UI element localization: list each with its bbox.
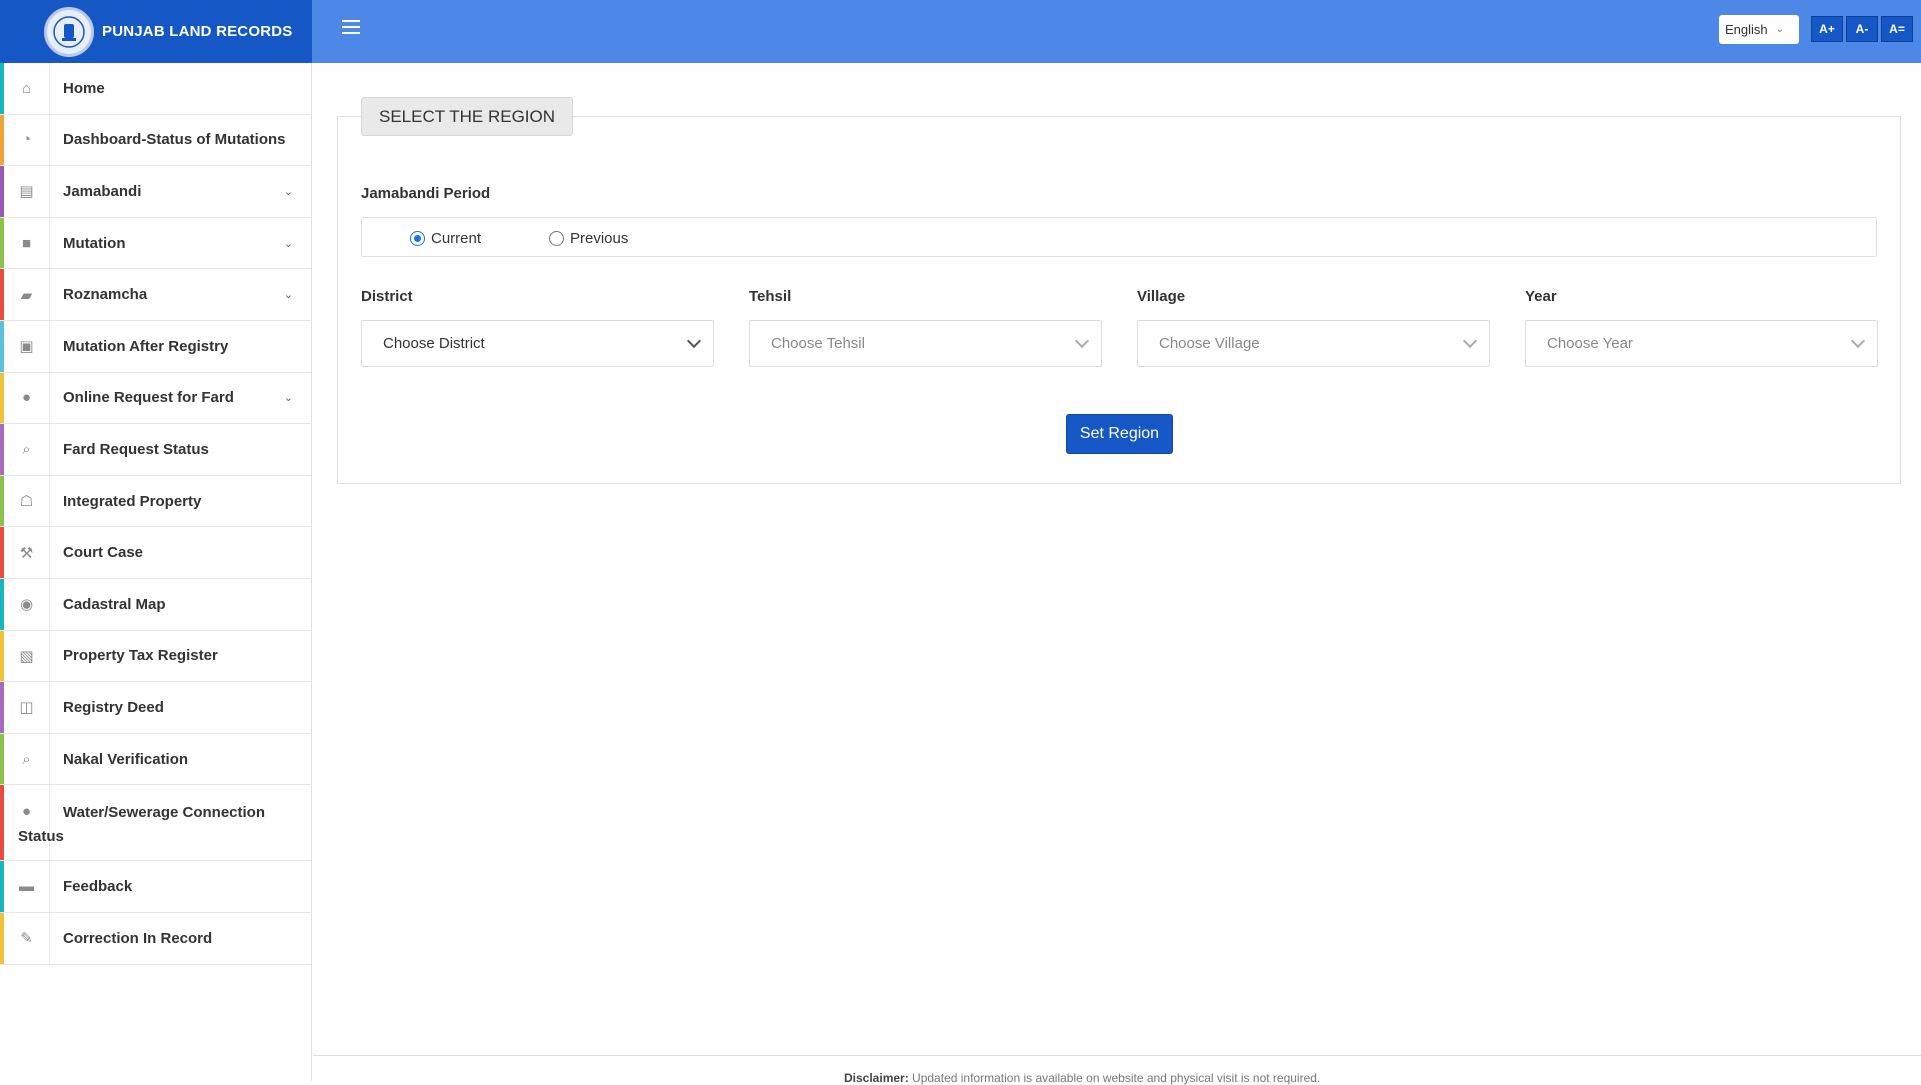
sidebar-item[interactable]: ⌕ Fard Request Status	[0, 424, 311, 476]
sidebar-item[interactable]: ● Online Request for Fard ⌄	[0, 372, 311, 425]
sidebar-item-label: Cadastral Map	[63, 595, 166, 613]
sidebar-item-label: Mutation After Registry	[63, 337, 229, 355]
gavel-icon: ⚒	[4, 527, 50, 578]
pencil-square-icon: ✎	[4, 912, 50, 964]
chevron-down-icon: ⌄	[283, 392, 293, 405]
district-placeholder: Choose District	[383, 335, 485, 352]
sidebar-item-label: Feedback	[63, 878, 133, 896]
sidebar: ⌂ Home ◔ Dashboard-Status of Mutations ▤ Jama…	[0, 63, 312, 1081]
tehsil-select[interactable]: Choose Tehsil	[749, 320, 1102, 367]
file-icon: ■	[4, 217, 50, 269]
emblem-icon	[53, 15, 85, 48]
tehsil-label: Tehsil	[749, 288, 792, 305]
radio-dot	[549, 231, 564, 246]
year-placeholder: Choose Year	[1547, 335, 1633, 352]
village-placeholder: Choose Village	[1159, 335, 1260, 352]
disclaimer-text: Updated information is available on webs…	[912, 1071, 1321, 1085]
chevron-down-icon	[1462, 333, 1478, 349]
sidebar-item-label: Online Request for Fard	[63, 389, 234, 407]
font-reset-button[interactable]: A=	[1881, 16, 1913, 42]
top-header: PUNJAB LAND RECORDS English ⌄ A+ A- A=	[0, 0, 1921, 63]
disclaimer-label: Disclaimer:	[844, 1071, 909, 1085]
drop-icon: ●	[4, 785, 50, 861]
sidebar-item-label: Property Tax Register	[63, 647, 218, 665]
sidebar-item[interactable]: ⌂ Home	[0, 63, 311, 115]
dashboard-icon: ◔	[4, 114, 50, 166]
emblem-logo	[44, 6, 94, 57]
sidebar-item[interactable]: ⌕ Nakal Verification	[0, 733, 311, 786]
language-value: English	[1725, 22, 1768, 37]
year-label: Year	[1525, 288, 1557, 305]
sidebar-item[interactable]: ⚒ Court Case	[0, 527, 311, 579]
chevron-down-icon	[1850, 333, 1866, 349]
sidebar-item-label: Jamabandi	[63, 182, 142, 200]
panel-legend: SELECT THE REGION	[361, 97, 574, 136]
brand[interactable]: PUNJAB LAND RECORDS	[0, 0, 312, 63]
home-icon: ⌂	[4, 63, 50, 114]
sidebar-item-label: Roznamcha	[63, 286, 148, 304]
sidebar-item-label: Fard Request Status	[63, 440, 209, 458]
sidebar-item[interactable]: ☖ Integrated Property	[0, 475, 311, 528]
copy-icon: ◫	[4, 682, 50, 733]
district-label: District	[361, 288, 413, 305]
radio-previous-label: Previous	[570, 230, 629, 247]
chevron-down-icon: ⌄	[283, 237, 293, 250]
sidebar-item[interactable]: ◫ Registry Deed	[0, 682, 311, 734]
font-size-controls: A+ A- A=	[1811, 16, 1913, 42]
radio-previous[interactable]: Previous	[549, 230, 628, 247]
sidebar-item[interactable]: ✎ Correction In Record	[0, 912, 311, 965]
id-card-icon: ▤	[4, 166, 50, 217]
sidebar-item[interactable]: ◉ Cadastral Map	[0, 578, 311, 631]
sidebar-item-label: Dashboard-Status of Mutations	[63, 131, 286, 149]
font-decrease-button[interactable]: A-	[1846, 16, 1878, 42]
sidebar-item[interactable]: ▬ Feedback	[0, 861, 311, 913]
sidebar-item-label-line2: Status	[18, 828, 64, 846]
radio-current[interactable]: Current	[410, 230, 481, 247]
sidebar-item-label: Nakal Verification	[63, 750, 189, 768]
sidebar-item-label: Water/Sewerage Connection	[63, 804, 265, 822]
sidebar-item-label: Integrated Property	[63, 492, 202, 510]
chevron-down-icon: ⌄	[283, 289, 293, 302]
sidebar-item[interactable]: ▰ Roznamcha ⌄	[0, 269, 311, 321]
book-icon: ▰	[4, 269, 50, 320]
briefcase-icon: ▣	[4, 320, 50, 372]
sidebar-item[interactable]: ▤ Jamabandi ⌄	[0, 166, 311, 218]
drop-icon: ●	[4, 372, 50, 424]
brand-title: PUNJAB LAND RECORDS	[102, 23, 293, 40]
language-select[interactable]: English ⌄	[1719, 15, 1799, 44]
sidebar-item-label: Registry Deed	[63, 698, 164, 716]
set-region-button[interactable]: Set Region	[1066, 414, 1173, 454]
chevron-down-icon: ⌄	[283, 185, 293, 198]
tehsil-placeholder: Choose Tehsil	[771, 335, 865, 352]
menu-toggle-icon[interactable]	[342, 20, 360, 36]
bank-icon: ☖	[4, 475, 50, 527]
sidebar-item-label: Home	[63, 79, 105, 97]
sidebar-item-label: Correction In Record	[63, 929, 213, 947]
edit-box-icon: ▧	[4, 630, 50, 682]
sidebar-item[interactable]: ■ Mutation ⌄	[0, 217, 311, 270]
chevron-down-icon	[686, 333, 702, 349]
sidebar-item[interactable]: ▣ Mutation After Registry	[0, 320, 311, 373]
disclaimer: Disclaimer: Updated information is avail…	[844, 1071, 1320, 1085]
village-select[interactable]: Choose Village	[1137, 320, 1490, 367]
sidebar-item-label: Court Case	[63, 544, 144, 562]
radio-current-label: Current	[431, 230, 482, 247]
sidebar-item[interactable]: ▧ Property Tax Register	[0, 630, 311, 683]
sidebar-item-label: Mutation	[63, 234, 126, 252]
radio-dot	[410, 231, 425, 246]
sidebar-item[interactable]: ◔ Dashboard-Status of Mutations	[0, 114, 311, 167]
font-increase-button[interactable]: A+	[1811, 16, 1843, 42]
chevron-down-icon	[1074, 333, 1090, 349]
chevron-down-icon: ⌄	[1775, 24, 1785, 35]
search-icon: ⌕	[4, 733, 50, 785]
sidebar-item[interactable]: ● Water/Sewerage Connection Status	[0, 785, 311, 862]
search-icon: ⌕	[4, 424, 50, 475]
comments-icon: ▬	[4, 861, 50, 912]
year-select[interactable]: Choose Year	[1525, 320, 1878, 367]
map-pin-icon: ◉	[4, 578, 50, 630]
village-label: Village	[1137, 288, 1186, 305]
district-select[interactable]: Choose District	[361, 320, 714, 367]
period-radio-group: Current Previous	[361, 217, 1877, 257]
period-label: Jamabandi Period	[361, 185, 491, 202]
